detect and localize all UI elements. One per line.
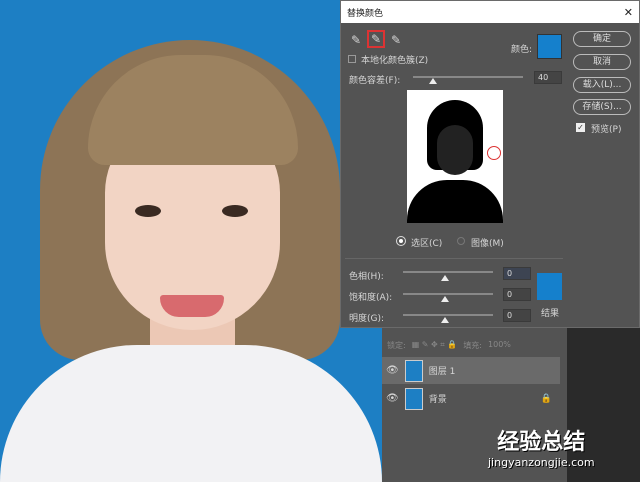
tolerance-label: 颜色容差(F): — [349, 76, 401, 86]
fill-label: 填充: — [463, 341, 483, 350]
saturation-label: 饱和度(A): — [349, 293, 393, 303]
saturation-input[interactable]: 0 — [503, 288, 531, 301]
right-eye — [222, 205, 248, 217]
eye-icon[interactable]: 👁 — [386, 365, 399, 376]
lightness-label: 明度(G): — [349, 314, 385, 324]
selection-radio[interactable] — [397, 237, 405, 245]
replace-color-dialog: 替换颜色 ✕ ✎ ✎ ✎ 颜色: 本地化颜色簇(Z) 颜色容差(F): 40 选… — [340, 0, 640, 328]
watermark: 经验总结 jingyanzongjie.com — [488, 430, 595, 470]
lightness-thumb[interactable] — [441, 317, 449, 323]
layer-thumbnail — [404, 387, 423, 410]
cursor-circle — [487, 146, 501, 160]
photo-canvas[interactable] — [0, 0, 382, 482]
hue-slider[interactable] — [403, 271, 493, 273]
mouth — [160, 295, 224, 317]
ok-button[interactable]: 确定 — [573, 31, 631, 47]
layer-name: 图层 1 — [428, 367, 456, 377]
hue-thumb[interactable] — [441, 275, 449, 281]
eyedropper-plus-icon[interactable]: ✎ — [367, 30, 385, 48]
image-radio[interactable] — [457, 237, 465, 245]
dialog-titlebar: 替换颜色 ✕ — [341, 1, 639, 23]
hue-label: 色相(H): — [349, 272, 384, 282]
lock-label: 锁定: — [387, 341, 406, 350]
selection-radio-label: 选区(C) — [411, 239, 443, 249]
watermark-url: jingyanzongjie.com — [488, 456, 595, 469]
result-label: 结果 — [541, 309, 560, 319]
layer-row[interactable]: 👁 图层 1 — [382, 357, 560, 384]
localized-label: 本地化颜色簇(Z) — [361, 56, 429, 66]
divider — [345, 258, 563, 259]
image-radio-label: 图像(M) — [471, 239, 504, 249]
color-label: 颜色: — [511, 45, 533, 55]
layer-name: 背景 — [428, 395, 447, 405]
lock-bar: 锁定: ▦ ✎ ✥ ⌗ 🔒 填充: 100% — [387, 340, 511, 351]
lock-icon: 🔒 — [540, 393, 552, 404]
fill-input[interactable]: 100% — [488, 340, 511, 351]
close-icon[interactable]: ✕ — [624, 6, 633, 19]
saturation-slider[interactable] — [403, 293, 493, 295]
saturation-thumb[interactable] — [441, 296, 449, 302]
layer-row[interactable]: 👁 背景 🔒 — [382, 385, 560, 412]
result-swatch — [537, 273, 562, 300]
save-button[interactable]: 存储(S)... — [573, 99, 631, 115]
eyedropper-icon[interactable]: ✎ — [351, 33, 361, 47]
shirt — [0, 345, 382, 482]
color-swatch[interactable] — [537, 34, 562, 59]
eye-icon[interactable]: 👁 — [386, 393, 399, 404]
dialog-title: 替换颜色 — [347, 8, 384, 19]
tolerance-thumb[interactable] — [429, 78, 437, 84]
layer-thumbnail — [404, 359, 423, 382]
lightness-slider[interactable] — [403, 314, 493, 316]
lightness-input[interactable]: 0 — [503, 309, 531, 322]
hue-input[interactable]: 0 — [503, 267, 531, 280]
localized-checkbox[interactable] — [348, 55, 356, 63]
preview-checkbox[interactable]: ✓ — [576, 123, 585, 132]
cancel-button[interactable]: 取消 — [573, 54, 631, 70]
lock-icon[interactable]: ▦ ✎ ✥ ⌗ 🔒 — [412, 340, 458, 351]
tolerance-input[interactable]: 40 — [534, 71, 562, 84]
left-eye — [135, 205, 161, 217]
load-button[interactable]: 载入(L)... — [573, 77, 631, 93]
preview-label: 预览(P) — [591, 125, 622, 135]
watermark-title: 经验总结 — [497, 430, 586, 455]
eyedropper-minus-icon[interactable]: ✎ — [391, 33, 401, 47]
